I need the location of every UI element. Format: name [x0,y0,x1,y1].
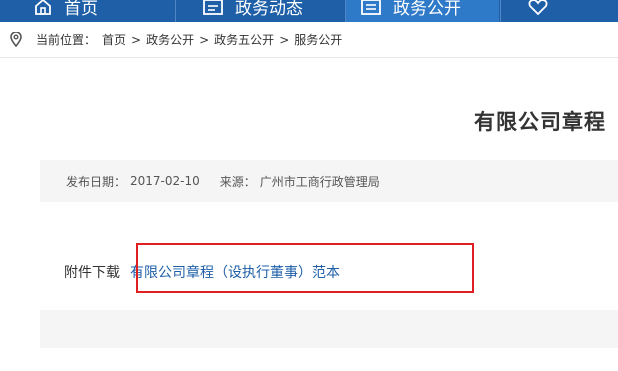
breadcrumb-item-five-disclosures[interactable]: 政务五公开 [214,31,274,48]
highlight-box [136,243,474,293]
nav-divider [500,0,501,22]
breadcrumb-item-disclosure[interactable]: 政务公开 [146,31,194,48]
news-icon [203,0,223,16]
nav-label-home: 首页 [64,0,98,19]
location-pin-icon [10,32,22,47]
publish-date: 2017-02-10 [130,174,200,188]
article-meta: 发布日期： 2017-02-10 来源： 广州市工商行政管理局 [40,160,618,202]
nav-item-interaction[interactable] [528,0,548,22]
footer-bar [40,310,618,348]
publish-date-label: 发布日期： [66,174,127,189]
home-icon [34,0,52,16]
disclosure-icon [361,0,381,16]
page: 首页 政务动态 政务公开 当前位置： 首页 > 政务公开 > 政务五公开 > 服… [0,0,618,371]
nav-item-disclosure[interactable]: 政务公开 [346,0,499,22]
source-label: 来源： [219,174,256,189]
breadcrumb-item-home[interactable]: 首页 [102,31,126,48]
nav-label-disclosure: 政务公开 [393,0,461,19]
top-nav: 首页 政务动态 政务公开 [0,0,618,22]
attachment-label: 附件下载 [64,265,120,281]
heart-icon [528,0,548,16]
breadcrumb: 当前位置： 首页 > 政务公开 > 政务五公开 > 服务公开 [0,22,618,58]
breadcrumb-prefix: 当前位置： [36,33,97,47]
nav-label-news: 政务动态 [235,0,303,19]
nav-item-news[interactable]: 政务动态 [203,0,303,22]
breadcrumb-separator: > [199,32,210,47]
source-value: 广州市工商行政管理局 [259,174,380,189]
nav-item-home[interactable]: 首页 [34,0,98,22]
breadcrumb-item-service-disclosure[interactable]: 服务公开 [294,31,342,48]
nav-divider [175,0,176,22]
page-title: 有限公司章程 [474,109,606,134]
breadcrumb-separator: > [279,32,290,47]
breadcrumb-separator: > [131,32,142,47]
